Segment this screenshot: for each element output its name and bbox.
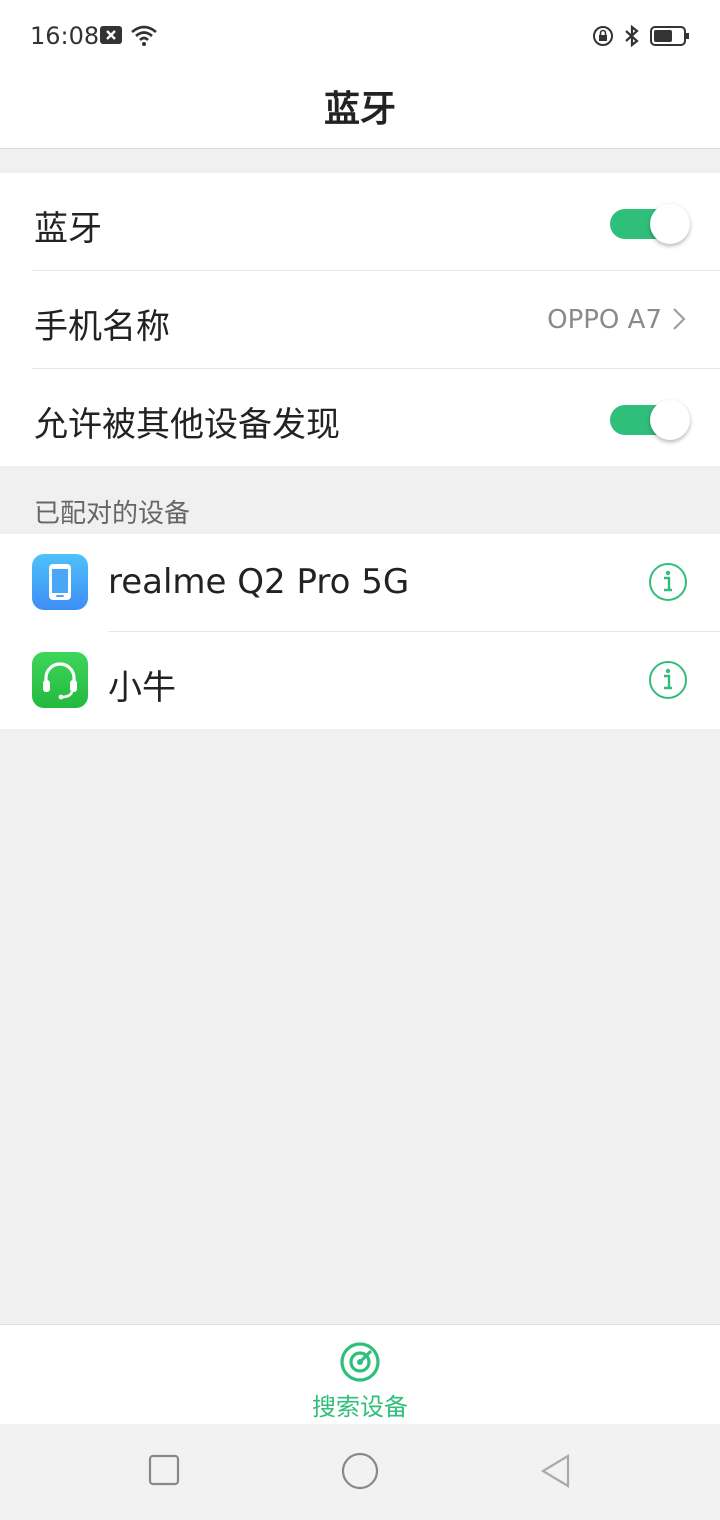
- device-name: realme Q2 Pro 5G: [108, 562, 410, 602]
- paired-devices-header: 已配对的设备: [34, 499, 191, 529]
- system-nav-bar: [0, 1424, 720, 1520]
- bluetooth-toggle[interactable]: [610, 204, 690, 244]
- device-name: 小牛: [108, 668, 176, 708]
- bluetooth-settings-group: 蓝牙 手机名称 OPPO A7 允许被其他设备发现: [0, 173, 720, 466]
- search-devices-label: 搜索设备: [312, 1393, 408, 1421]
- rotation-lock-icon: [592, 25, 614, 51]
- chevron-right-icon: [672, 307, 686, 335]
- bluetooth-label: 蓝牙: [34, 209, 102, 249]
- radar-search-icon: [339, 1341, 381, 1387]
- home-button[interactable]: [341, 1452, 379, 1494]
- status-time: 16:08: [30, 22, 100, 50]
- battery-icon: [650, 25, 690, 51]
- discoverable-row[interactable]: 允许被其他设备发现: [0, 369, 720, 467]
- paired-device-row[interactable]: realme Q2 Pro 5G: [0, 534, 720, 631]
- notification-x-icon: [100, 26, 122, 48]
- phone-name-label: 手机名称: [34, 307, 170, 347]
- device-info-button[interactable]: [648, 562, 688, 602]
- device-info-button[interactable]: [648, 660, 688, 700]
- wifi-icon: [130, 24, 158, 50]
- search-devices-button[interactable]: 搜索设备: [0, 1324, 720, 1424]
- bluetooth-row[interactable]: 蓝牙: [0, 173, 720, 271]
- discoverable-toggle[interactable]: [610, 400, 690, 440]
- title-bar: 蓝牙: [0, 72, 720, 149]
- bluetooth-icon: [624, 24, 640, 52]
- back-button[interactable]: [540, 1454, 572, 1492]
- toggle-knob: [650, 400, 690, 440]
- paired-devices-list: realme Q2 Pro 5G 小牛: [0, 534, 720, 729]
- page-title: 蓝牙: [323, 89, 396, 130]
- status-bar: 16:08: [0, 0, 720, 72]
- toggle-knob: [650, 204, 690, 244]
- headset-icon: [32, 652, 88, 708]
- phone-name-row[interactable]: 手机名称 OPPO A7: [0, 271, 720, 369]
- discoverable-label: 允许被其他设备发现: [34, 405, 340, 445]
- recents-button[interactable]: [148, 1454, 180, 1490]
- phone-icon: [32, 554, 88, 610]
- paired-device-row[interactable]: 小牛: [0, 632, 720, 729]
- phone-name-value: OPPO A7: [547, 305, 662, 335]
